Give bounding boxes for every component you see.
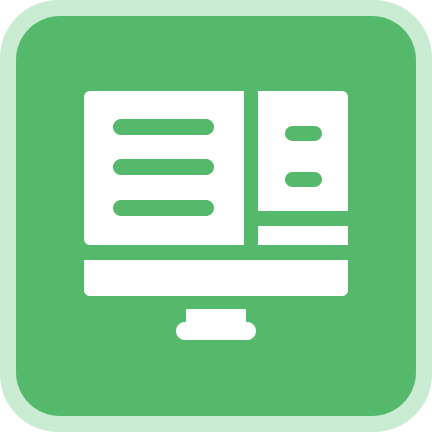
document-line [113, 200, 214, 216]
sidebar-panel-bottom-fill [258, 190, 348, 211]
sidebar-line [285, 172, 322, 187]
monitor-bezel-top-fill [84, 260, 348, 274]
sidebar-footer-bar [258, 226, 348, 245]
app-icon [0, 0, 432, 432]
monitor-base [176, 322, 256, 340]
computer-monitor-icon [0, 0, 432, 432]
sidebar-line [285, 126, 322, 141]
document-line [113, 119, 214, 135]
document-line [113, 159, 214, 175]
